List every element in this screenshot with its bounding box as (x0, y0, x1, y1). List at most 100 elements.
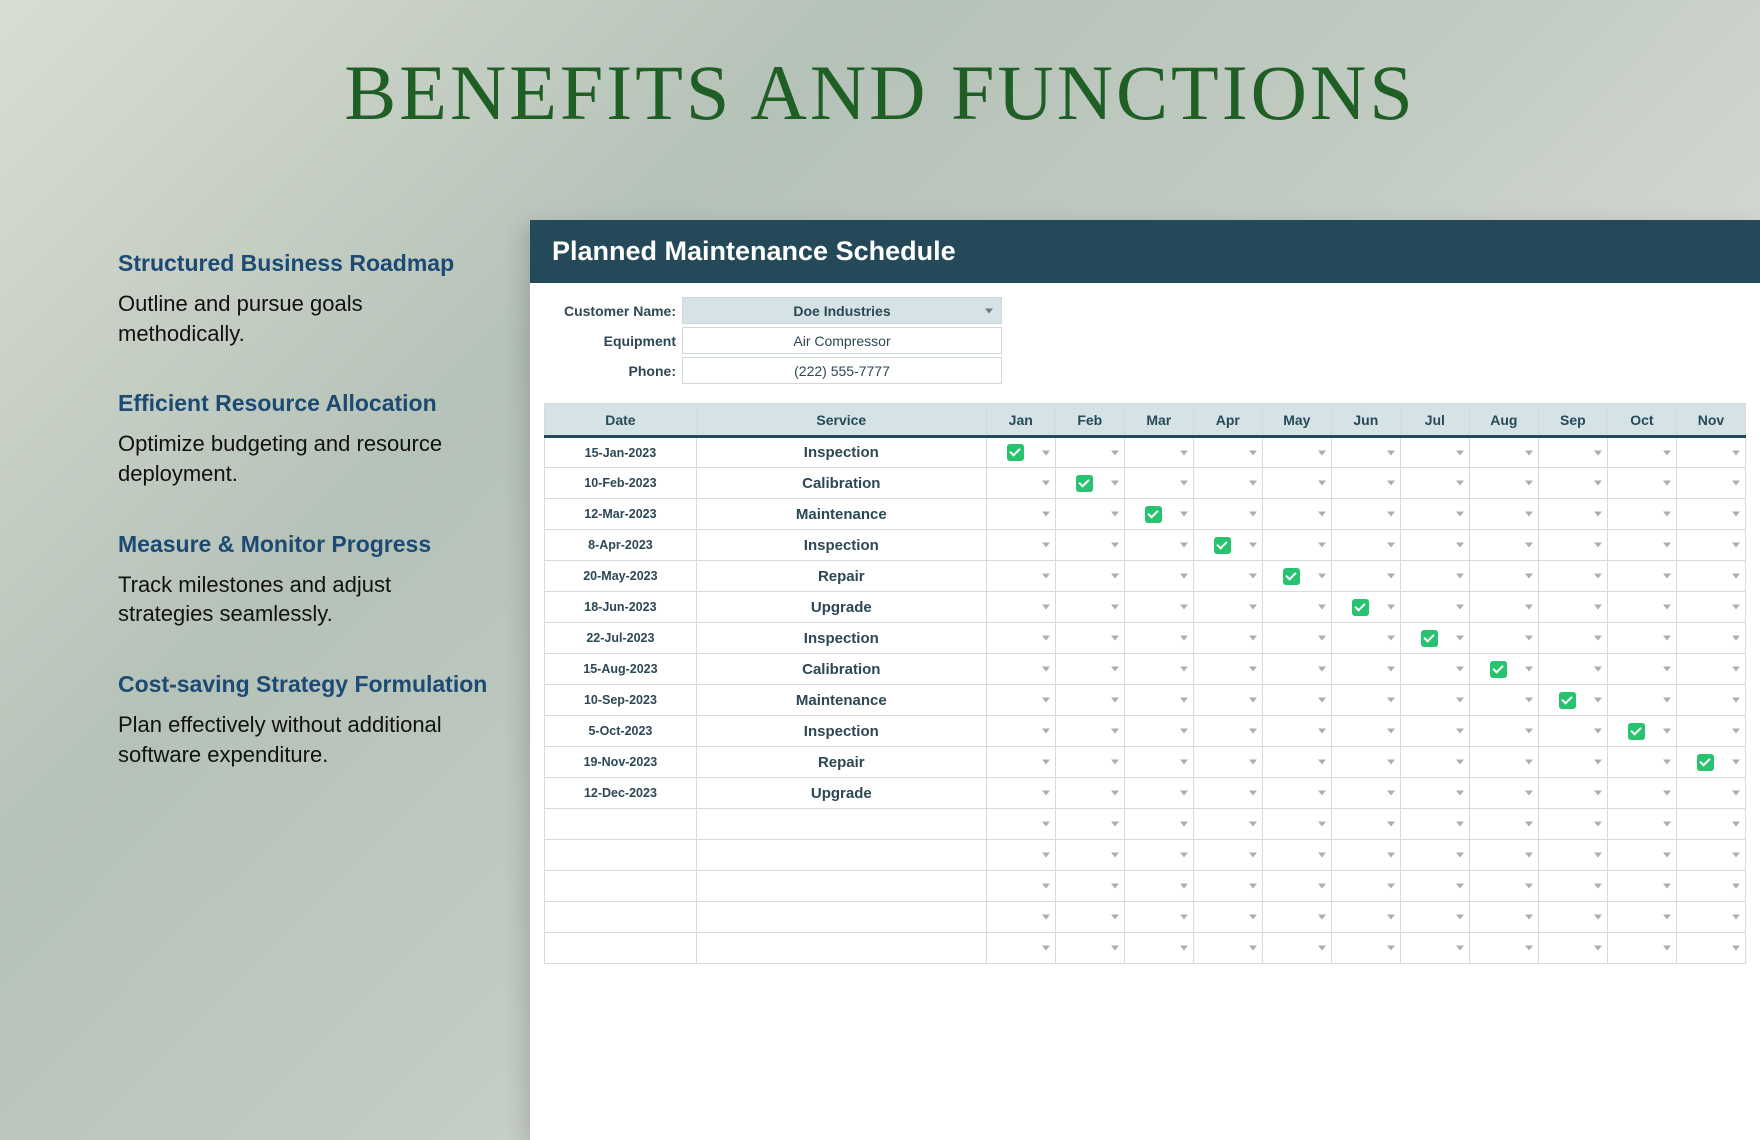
month-cell[interactable] (986, 499, 1055, 530)
month-cell[interactable] (1469, 654, 1538, 685)
month-cell[interactable] (1676, 530, 1745, 561)
month-cell[interactable] (1193, 499, 1262, 530)
month-cell[interactable] (1055, 530, 1124, 561)
month-cell[interactable] (1607, 499, 1676, 530)
month-cell[interactable] (1262, 871, 1331, 902)
month-cell[interactable] (1055, 561, 1124, 592)
service-cell[interactable]: Repair (696, 747, 986, 778)
date-cell[interactable]: 12-Mar-2023 (545, 499, 697, 530)
month-cell[interactable] (1055, 499, 1124, 530)
month-cell[interactable] (1538, 592, 1607, 623)
month-cell[interactable] (1607, 437, 1676, 468)
month-cell[interactable] (1607, 809, 1676, 840)
month-cell[interactable] (1124, 809, 1193, 840)
month-cell[interactable] (1331, 747, 1400, 778)
month-cell[interactable] (986, 902, 1055, 933)
month-cell[interactable] (1262, 530, 1331, 561)
month-cell[interactable] (1331, 468, 1400, 499)
month-cell[interactable] (1538, 871, 1607, 902)
month-cell[interactable] (1331, 437, 1400, 468)
date-cell[interactable]: 18-Jun-2023 (545, 592, 697, 623)
month-cell[interactable] (1676, 809, 1745, 840)
month-cell[interactable] (1124, 468, 1193, 499)
month-cell[interactable] (1538, 437, 1607, 468)
month-cell[interactable] (1469, 716, 1538, 747)
month-cell[interactable] (1676, 592, 1745, 623)
month-cell[interactable] (1400, 468, 1469, 499)
month-cell[interactable] (1331, 716, 1400, 747)
month-cell[interactable] (1124, 871, 1193, 902)
service-cell[interactable] (696, 902, 986, 933)
service-cell[interactable]: Inspection (696, 530, 986, 561)
month-cell[interactable] (1400, 437, 1469, 468)
month-cell[interactable] (986, 592, 1055, 623)
month-cell[interactable] (1469, 437, 1538, 468)
month-cell[interactable] (1124, 840, 1193, 871)
month-cell[interactable] (1331, 778, 1400, 809)
month-cell[interactable] (1055, 716, 1124, 747)
date-cell[interactable]: 15-Aug-2023 (545, 654, 697, 685)
month-cell[interactable] (1331, 561, 1400, 592)
month-cell[interactable] (1124, 778, 1193, 809)
month-cell[interactable] (1055, 685, 1124, 716)
month-cell[interactable] (986, 933, 1055, 964)
month-cell[interactable] (1538, 747, 1607, 778)
date-cell[interactable] (545, 809, 697, 840)
month-cell[interactable] (1538, 685, 1607, 716)
date-cell[interactable]: 15-Jan-2023 (545, 437, 697, 468)
month-cell[interactable] (1607, 933, 1676, 964)
date-cell[interactable]: 12-Dec-2023 (545, 778, 697, 809)
month-cell[interactable] (1400, 623, 1469, 654)
month-cell[interactable] (1124, 716, 1193, 747)
month-cell[interactable] (1538, 530, 1607, 561)
month-cell[interactable] (1124, 902, 1193, 933)
equipment-field[interactable]: Air Compressor (682, 327, 1002, 354)
month-cell[interactable] (1400, 530, 1469, 561)
month-cell[interactable] (1055, 840, 1124, 871)
service-cell[interactable]: Calibration (696, 468, 986, 499)
service-cell[interactable]: Repair (696, 561, 986, 592)
month-cell[interactable] (986, 530, 1055, 561)
month-cell[interactable] (1124, 437, 1193, 468)
month-cell[interactable] (1676, 437, 1745, 468)
month-cell[interactable] (986, 747, 1055, 778)
month-cell[interactable] (1055, 623, 1124, 654)
month-cell[interactable] (1193, 902, 1262, 933)
service-cell[interactable]: Maintenance (696, 685, 986, 716)
month-cell[interactable] (1400, 809, 1469, 840)
month-cell[interactable] (1055, 437, 1124, 468)
month-cell[interactable] (1193, 623, 1262, 654)
date-cell[interactable]: 5-Oct-2023 (545, 716, 697, 747)
month-cell[interactable] (986, 468, 1055, 499)
month-cell[interactable] (1538, 468, 1607, 499)
month-cell[interactable] (1193, 592, 1262, 623)
month-cell[interactable] (1331, 654, 1400, 685)
month-cell[interactable] (1193, 778, 1262, 809)
month-cell[interactable] (1193, 437, 1262, 468)
month-cell[interactable] (1538, 716, 1607, 747)
month-cell[interactable] (1607, 685, 1676, 716)
month-cell[interactable] (1331, 871, 1400, 902)
month-cell[interactable] (1124, 933, 1193, 964)
month-cell[interactable] (1676, 716, 1745, 747)
month-cell[interactable] (1193, 840, 1262, 871)
month-cell[interactable] (1607, 747, 1676, 778)
phone-field[interactable]: (222) 555-7777 (682, 357, 1002, 384)
month-cell[interactable] (1469, 561, 1538, 592)
month-cell[interactable] (986, 778, 1055, 809)
month-cell[interactable] (1055, 809, 1124, 840)
customer-name-dropdown[interactable]: Doe Industries (682, 297, 1002, 324)
month-cell[interactable] (1262, 468, 1331, 499)
month-cell[interactable] (1676, 623, 1745, 654)
month-cell[interactable] (1607, 902, 1676, 933)
month-cell[interactable] (1193, 561, 1262, 592)
month-cell[interactable] (1676, 778, 1745, 809)
month-cell[interactable] (1262, 437, 1331, 468)
month-cell[interactable] (1607, 468, 1676, 499)
month-cell[interactable] (1676, 902, 1745, 933)
month-cell[interactable] (986, 623, 1055, 654)
month-cell[interactable] (1469, 809, 1538, 840)
date-cell[interactable] (545, 933, 697, 964)
month-cell[interactable] (1538, 654, 1607, 685)
month-cell[interactable] (1055, 468, 1124, 499)
